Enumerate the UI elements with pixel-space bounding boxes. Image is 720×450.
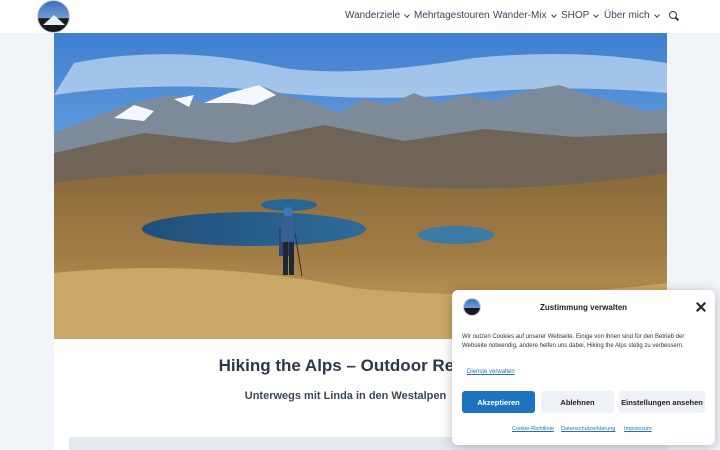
imprint-link[interactable]: Impressum	[624, 426, 652, 432]
search-icon[interactable]	[669, 11, 680, 21]
close-icon[interactable]	[695, 301, 707, 313]
nav-label: Über mich	[604, 10, 650, 21]
cookie-policy-link[interactable]: Cookie-Richtlinie	[512, 426, 554, 432]
chevron-down-icon	[653, 11, 660, 18]
cookie-consent-dialog: Zustimmung verwalten Wir nutzen Cookies …	[452, 290, 715, 445]
nav-label: SHOP	[561, 10, 590, 21]
nav-item-ueber-mich[interactable]: Über mich	[604, 10, 660, 21]
site-logo[interactable]	[37, 0, 70, 33]
site-header: Wanderziele Mehrtagestouren Wander-Mix S…	[0, 0, 720, 33]
chevron-down-icon	[593, 11, 600, 18]
chevron-down-icon	[550, 11, 557, 18]
nav-item-mehrtagestouren[interactable]: Mehrtagestouren	[414, 10, 490, 21]
manage-services-link[interactable]: Dienste verwalten	[467, 369, 515, 375]
view-settings-button[interactable]: Einstellungen ansehen	[619, 391, 705, 413]
nav-label: Wanderziele	[345, 10, 401, 21]
logo-mountain-icon	[43, 15, 65, 25]
nav-item-shop[interactable]: SHOP	[561, 10, 600, 21]
nav-label: Wander-Mix	[493, 10, 547, 21]
deny-button[interactable]: Ablehnen	[541, 391, 614, 413]
cookie-dialog-title: Zustimmung verwalten	[539, 303, 628, 312]
nav-item-wander-mix[interactable]: Wander-Mix	[493, 10, 557, 21]
chevron-down-icon	[404, 11, 411, 18]
cookie-dialog-text: Wir nutzen Cookies auf unserer Webseite.…	[462, 334, 685, 349]
nav-item-wanderziele[interactable]: Wanderziele	[345, 10, 411, 21]
search-handle	[674, 16, 680, 21]
privacy-policy-link[interactable]: Datenschutzerklärung	[561, 426, 615, 432]
accept-button[interactable]: Akzeptieren	[462, 391, 535, 413]
nav-label: Mehrtagestouren	[414, 10, 490, 21]
